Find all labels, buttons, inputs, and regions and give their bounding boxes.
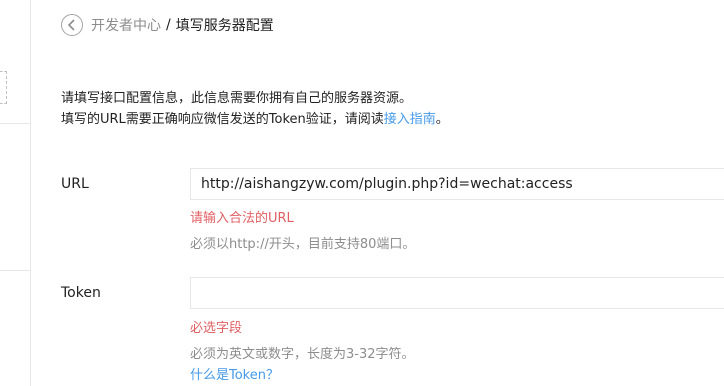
token-label: Token [61,285,101,301]
breadcrumb-parent-link[interactable]: 开发者中心 [91,15,161,35]
access-guide-link[interactable]: 接入指南 [384,112,436,127]
back-button[interactable] [61,14,83,36]
page-title: 填写服务器配置 [175,18,274,34]
token-error-message: 必选字段 [190,321,243,336]
chevron-left-icon [67,19,75,31]
url-hint: 必须以http://开头，目前支持80端口。 [190,237,416,252]
breadcrumb: 开发者中心 / 填写服务器配置 [61,12,274,38]
sidebar-divider [0,123,30,124]
what-is-token-link[interactable]: 什么是Token？ [190,364,279,383]
intro-line-2-suffix: 。 [435,112,449,127]
token-input[interactable] [190,277,724,309]
intro-line-2: 填写的URL需要正确响应微信发送的Token验证，请阅读接入指南。 [61,109,449,130]
sidebar-dashed-box[interactable] [0,71,7,104]
url-label: URL [61,176,89,192]
token-hint: 必须为英文或数字，长度为3-32字符。 [190,347,415,362]
url-input[interactable] [190,168,724,200]
sidebar-divider [0,270,30,271]
page: 开发者中心 / 填写服务器配置 请填写接口配置信息，此信息需要你拥有自己的服务器… [0,0,724,386]
intro-text: 请填写接口配置信息，此信息需要你拥有自己的服务器资源。 填写的URL需要正确响应… [61,88,449,130]
url-error-message: 请输入合法的URL [190,211,294,226]
sidebar [0,0,31,386]
intro-line-2-prefix: 填写的URL需要正确响应微信发送的Token验证，请阅读 [61,112,384,127]
intro-line-1: 请填写接口配置信息，此信息需要你拥有自己的服务器资源。 [61,91,413,106]
breadcrumb-separator: / [166,17,171,33]
